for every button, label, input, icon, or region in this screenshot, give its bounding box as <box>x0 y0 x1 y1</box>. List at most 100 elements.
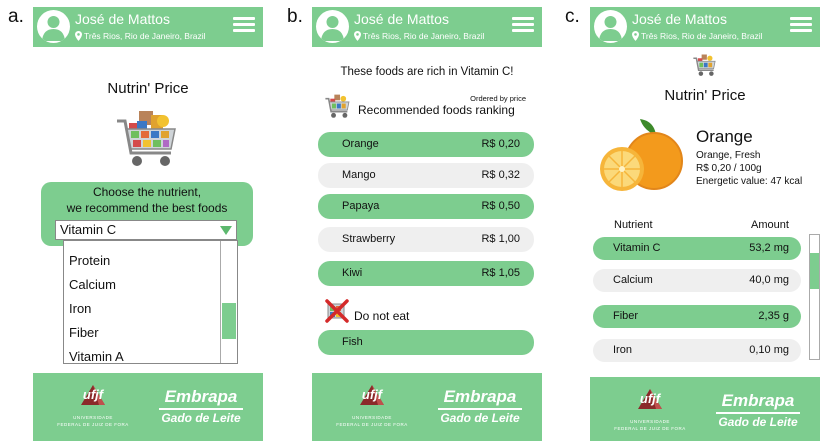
option-iron[interactable]: Iron <box>69 301 91 316</box>
location-text: Três Rios, Rio de Janeiro, Brazil <box>84 31 206 41</box>
food-name: Papaya <box>342 200 380 212</box>
location-pin-icon <box>75 31 82 41</box>
ufjf-logo-text: ufjf <box>639 391 661 406</box>
food-row[interactable]: Papaya R$ 0,50 <box>318 194 534 219</box>
food-row[interactable]: Kiwi R$ 1,05 <box>318 261 534 286</box>
nutrient-row: Vitamin C 53,2 mg <box>593 237 801 260</box>
energetic-value: Energetic value: 47 kcal <box>696 176 803 187</box>
embrapa-sub: Gado de Leite <box>161 411 241 425</box>
option-vitamin-a[interactable]: Vitamin A <box>69 349 124 364</box>
nutrient-scrollbar[interactable] <box>809 234 820 360</box>
user-name: José de Mattos <box>354 11 449 27</box>
ufjf-logo: ufjf UNIVERSIDADE FEDERAL DE JUIZ DE FOR… <box>332 379 412 435</box>
food-name: Kiwi <box>342 267 363 279</box>
option-calcium[interactable]: Calcium <box>69 277 116 292</box>
nutrient-select[interactable]: Vitamin C <box>55 220 237 240</box>
food-name: Mango <box>342 169 376 181</box>
app-header: José de Mattos Três Rios, Rio de Janeiro… <box>312 7 542 47</box>
location-pin-icon <box>632 31 639 41</box>
ordered-by-price: Ordered by price <box>470 94 526 103</box>
option-fiber[interactable]: Fiber <box>69 325 99 340</box>
embrapa-name: Embrapa <box>164 387 238 406</box>
user-name: José de Mattos <box>75 11 170 27</box>
dropdown-scrollbar[interactable] <box>220 241 237 363</box>
food-variant: Orange, Fresh <box>696 150 761 161</box>
nutrient-amount: 0,10 mg <box>749 344 789 356</box>
panel-label-a: a. <box>8 6 24 27</box>
food-price: R$ 0,20 / 100g <box>696 163 762 174</box>
ufjf-sub-1: UNIVERSIDADE <box>630 419 670 424</box>
dropdown-scroll-thumb[interactable] <box>222 303 236 339</box>
hamburger-menu-icon[interactable] <box>790 17 812 33</box>
food-name: Fish <box>342 336 363 348</box>
ufjf-logo: ufjf UNIVERSIDADE FEDERAL DE JUIZ DE FOR… <box>53 379 133 435</box>
app-header: José de Mattos Três Rios, Rio de Janeiro… <box>33 7 263 47</box>
user-location: Três Rios, Rio de Janeiro, Brazil <box>632 31 763 41</box>
location-text: Três Rios, Rio de Janeiro, Brazil <box>363 31 485 41</box>
chevron-down-icon[interactable] <box>220 226 232 235</box>
panel-label-b: b. <box>287 6 303 27</box>
embrapa-logo: Embrapa Gado de Leite <box>712 391 804 435</box>
location-pin-icon <box>354 31 361 41</box>
food-row[interactable]: Mango R$ 0,32 <box>318 163 534 188</box>
nutrient-name: Fiber <box>613 310 639 322</box>
shopping-cart-icon <box>325 94 350 118</box>
option-protein[interactable]: Protein <box>69 253 110 268</box>
user-location: Três Rios, Rio de Janeiro, Brazil <box>75 31 206 41</box>
food-price: R$ 1,05 <box>481 267 520 279</box>
shopping-cart-icon <box>117 111 176 166</box>
food-price: R$ 0,32 <box>481 169 520 181</box>
orange-fruit-image <box>600 119 683 191</box>
app-footer: ufjf UNIVERSIDADE FEDERAL DE JUIZ DE FOR… <box>590 377 820 441</box>
nutrient-amount: 40,0 mg <box>749 274 789 286</box>
choose-line-2: we recommend the best foods <box>66 201 228 215</box>
food-row[interactable]: Orange R$ 0,20 <box>318 132 534 157</box>
ranking-title: Recommended foods ranking <box>358 103 515 117</box>
food-title: Orange <box>696 127 753 146</box>
nutrient-name: Calcium <box>613 274 653 286</box>
food-name: Strawberry <box>342 233 396 245</box>
choose-line-1: Choose the nutrient, <box>92 185 202 199</box>
user-avatar-icon[interactable] <box>37 10 70 43</box>
avoid-food-row[interactable]: Fish <box>318 330 534 355</box>
embrapa-name: Embrapa <box>721 391 795 410</box>
nutrient-row: Calcium 40,0 mg <box>593 269 801 292</box>
user-avatar-icon[interactable] <box>594 10 627 43</box>
phone-screen-a: José de Mattos Três Rios, Rio de Janeiro… <box>33 7 263 441</box>
user-avatar-icon[interactable] <box>316 10 349 43</box>
hamburger-menu-icon[interactable] <box>233 17 255 33</box>
embrapa-name: Embrapa <box>443 387 517 406</box>
ufjf-sub-1: UNIVERSIDADE <box>352 415 392 420</box>
nutrient-name: Vitamin C <box>613 242 661 254</box>
hamburger-menu-icon[interactable] <box>512 17 534 33</box>
embrapa-logo: Embrapa Gado de Leite <box>155 387 247 431</box>
nutrient-name: Iron <box>613 344 632 356</box>
user-location: Três Rios, Rio de Janeiro, Brazil <box>354 31 485 41</box>
embrapa-logo: Embrapa Gado de Leite <box>434 387 526 431</box>
app-footer: ufjf UNIVERSIDADE FEDERAL DE JUIZ DE FOR… <box>312 373 542 441</box>
embrapa-sub: Gado de Leite <box>718 415 798 429</box>
ufjf-logo-text: ufjf <box>361 387 383 402</box>
phone-screen-b: José de Mattos Três Rios, Rio de Janeiro… <box>312 7 542 441</box>
col-header-amount: Amount <box>751 219 789 231</box>
shopping-cart-icon <box>693 54 716 76</box>
rich-in-title: These foods are rich in Vitamin C! <box>340 66 514 78</box>
ufjf-sub-2: FEDERAL DE JUIZ DE FORA <box>336 422 408 427</box>
ufjf-sub-1: UNIVERSIDADE <box>73 415 113 420</box>
food-name: Orange <box>342 138 379 150</box>
location-text: Três Rios, Rio de Janeiro, Brazil <box>641 31 763 41</box>
nutrient-row: Fiber 2,35 g <box>593 305 801 328</box>
ufjf-sub-2: FEDERAL DE JUIZ DE FORA <box>57 422 129 427</box>
food-price: R$ 0,20 <box>481 138 520 150</box>
nutrient-dropdown-list: Protein Calcium Iron Fiber Vitamin A <box>63 240 238 364</box>
app-header: José de Mattos Três Rios, Rio de Janeiro… <box>590 7 820 47</box>
food-row[interactable]: Strawberry R$ 1,00 <box>318 227 534 252</box>
nutrient-amount: 53,2 mg <box>749 242 789 254</box>
nutrient-scroll-thumb[interactable] <box>810 253 819 289</box>
choose-prompt: Choose the nutrient, we recommend the be… <box>41 184 253 216</box>
food-price: R$ 1,00 <box>481 233 520 245</box>
app-title: Nutrin' Price <box>107 80 189 97</box>
nutrient-amount: 2,35 g <box>758 310 789 322</box>
no-food-icon <box>325 299 349 323</box>
selected-nutrient: Vitamin C <box>60 222 117 237</box>
